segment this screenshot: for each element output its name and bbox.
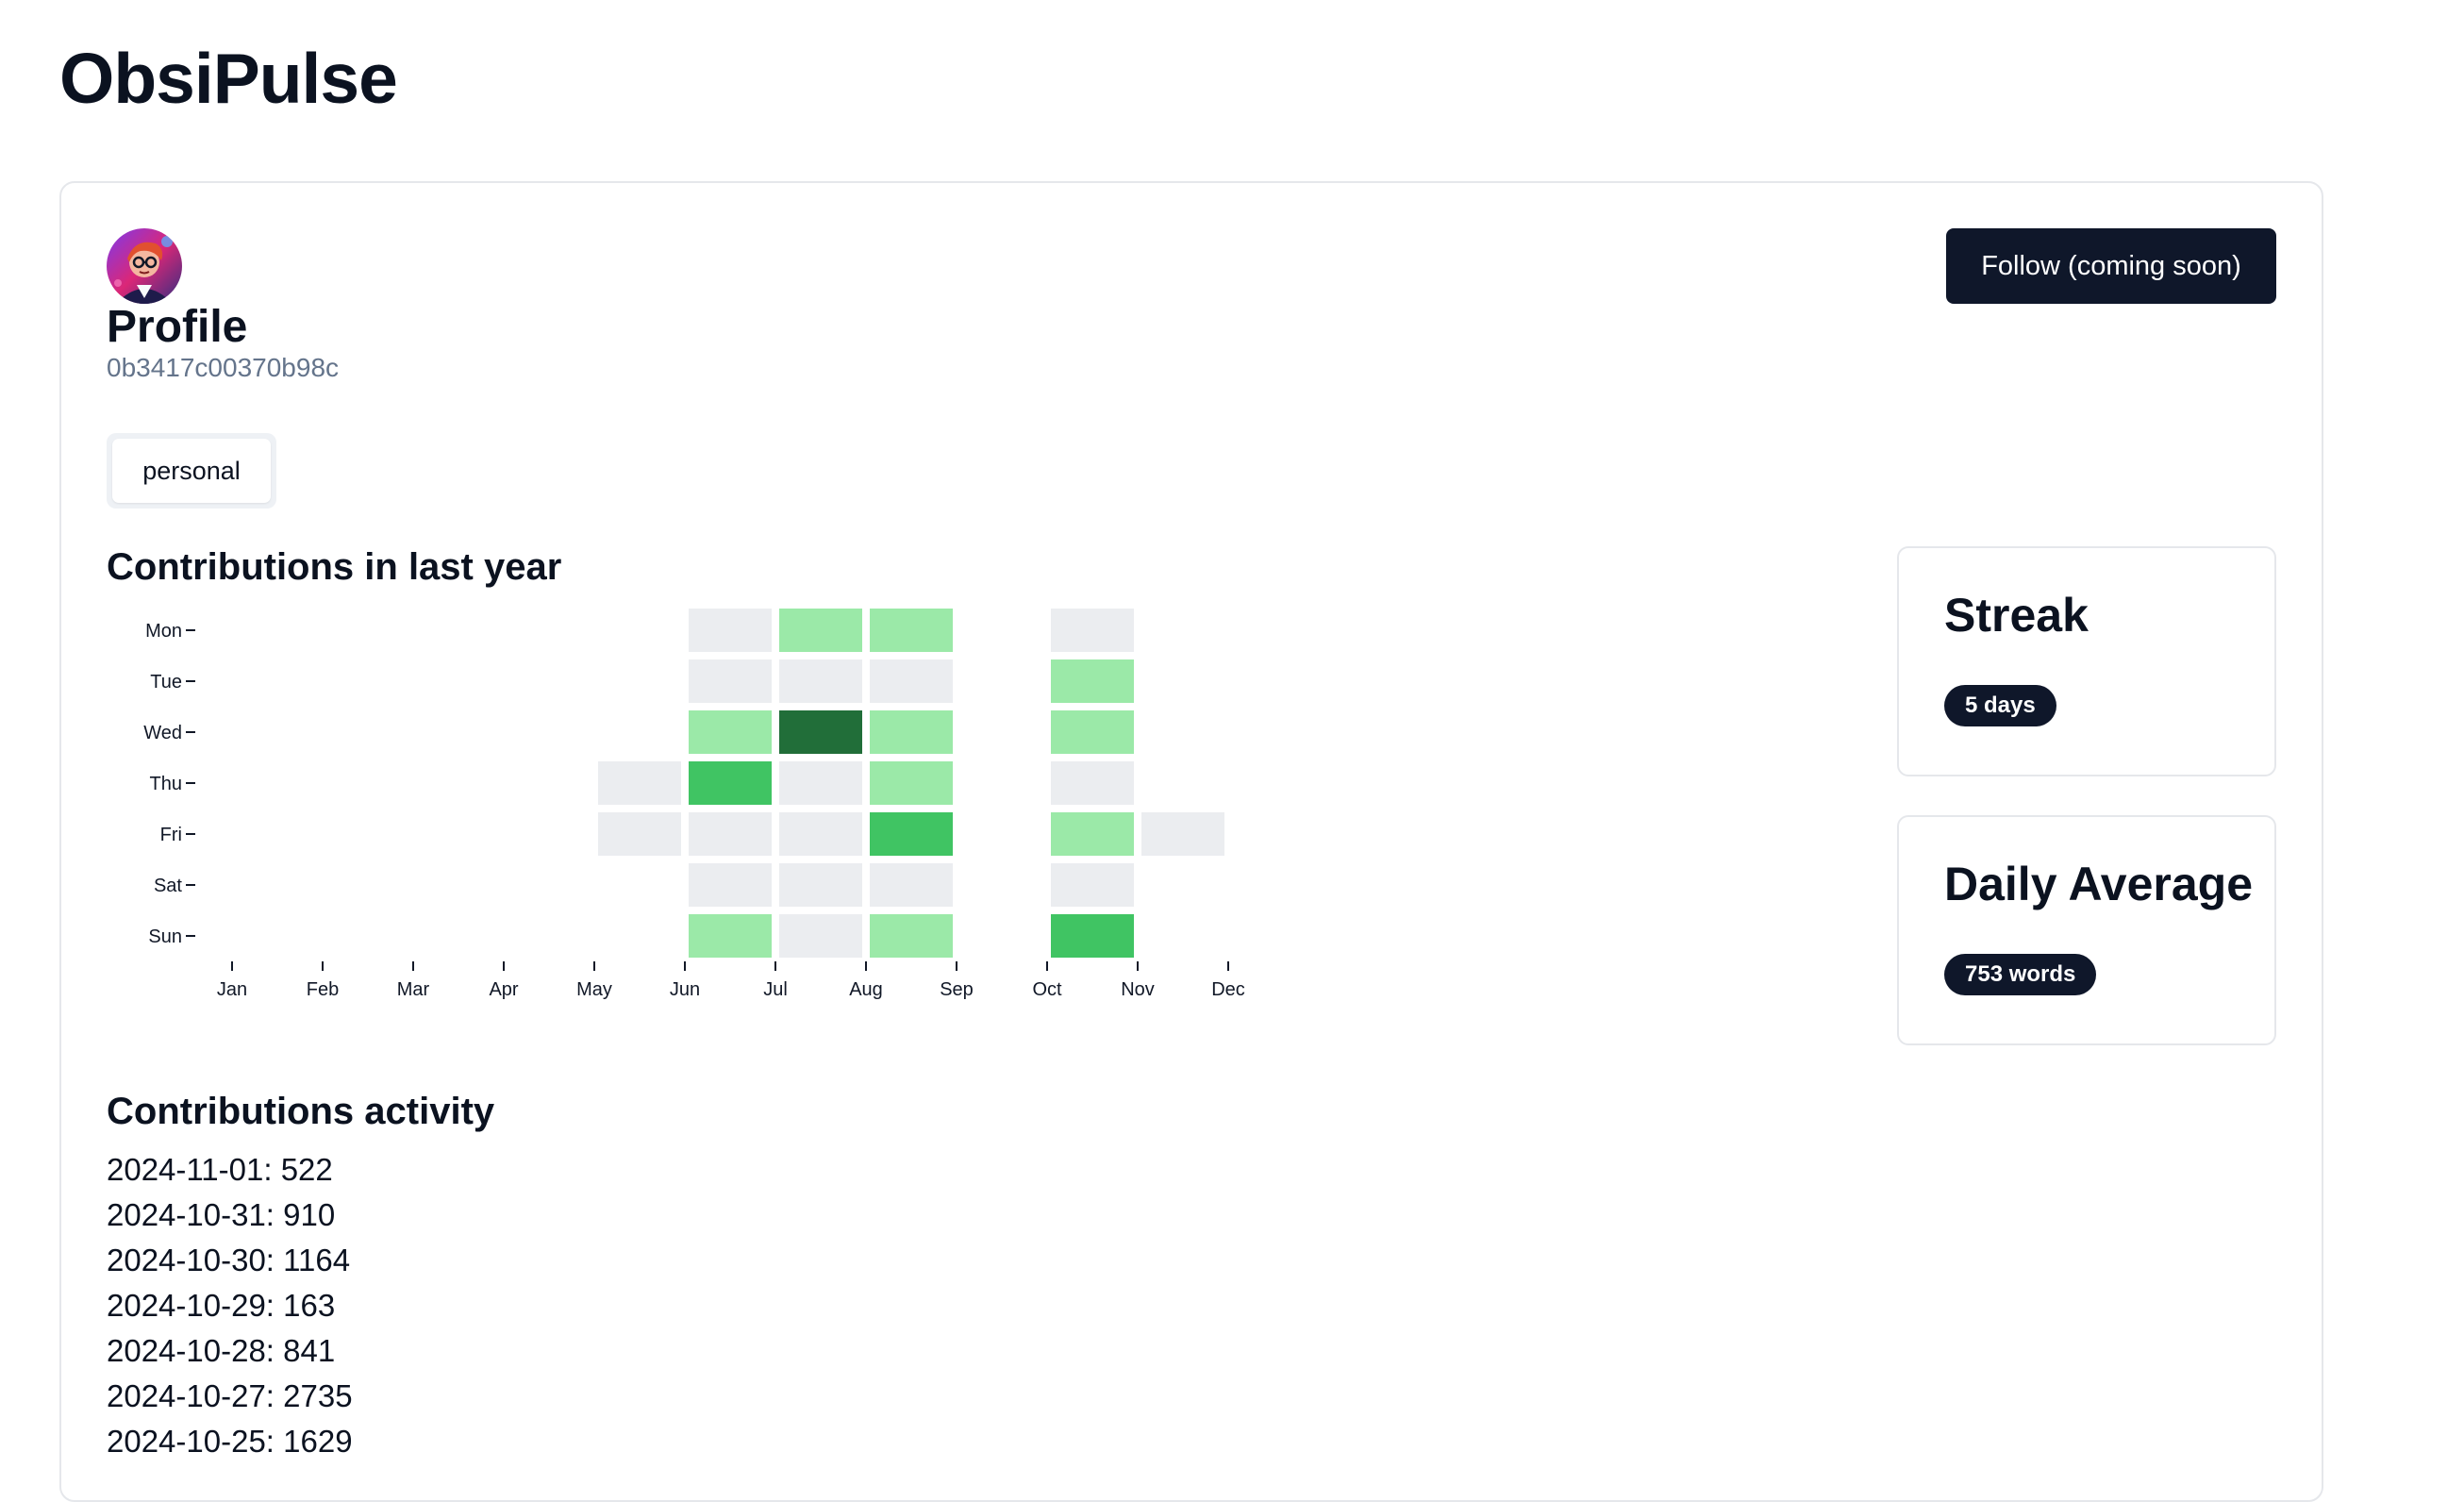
heatmap-cell[interactable]: [689, 659, 772, 703]
activity-item: 2024-10-27: 2735: [107, 1378, 353, 1413]
heatmap-cell[interactable]: [779, 863, 862, 907]
column-label: Jul: [763, 979, 788, 1000]
activity-title: Contributions activity: [107, 1091, 495, 1132]
column-label: Feb: [307, 979, 339, 1000]
contributions-heatmap: Mon Tue Wed Thu Fri Sat Sun Jan Feb Mar Apr May Jun J…: [143, 609, 1245, 1000]
profile-card: Profile 0b3417c00370b98c Follow (coming …: [59, 181, 2323, 1502]
row-label: Fri: [160, 825, 182, 845]
profile-name: Profile: [107, 302, 248, 352]
contributions-title: Contributions in last year: [107, 546, 562, 588]
activity-item: 2024-10-28: 841: [107, 1333, 336, 1368]
heatmap-cell[interactable]: [1051, 863, 1134, 907]
heatmap-cell[interactable]: [870, 609, 953, 652]
column-label: May: [576, 979, 612, 1000]
heatmap-cell[interactable]: [689, 710, 772, 754]
heatmap-cell[interactable]: [870, 761, 953, 805]
heatmap-cell[interactable]: [689, 914, 772, 958]
column-label: Jun: [670, 979, 700, 1000]
app-title: ObsiPulse: [59, 39, 398, 118]
column-label: Oct: [1032, 979, 1062, 1000]
daily-average-badge: 753 words: [1944, 954, 2097, 995]
daily-average-title: Daily Average: [1944, 858, 2254, 910]
heatmap-cell[interactable]: [689, 761, 772, 805]
row-label: Sun: [148, 926, 182, 947]
heatmap-cell[interactable]: [779, 761, 862, 805]
heatmap-cell[interactable]: [689, 812, 772, 856]
heatmap-cell[interactable]: [1051, 914, 1134, 958]
heatmap-cell[interactable]: [1051, 710, 1134, 754]
row-label: Tue: [150, 672, 182, 693]
heatmap-cell[interactable]: [870, 914, 953, 958]
activity-list: 2024-11-01: 522 2024-10-31: 910 2024-10-30…: [107, 1147, 353, 1464]
activity-item: 2024-10-29: 163: [107, 1288, 336, 1323]
heatmap-cell[interactable]: [1051, 812, 1134, 856]
column-label: Sep: [940, 979, 974, 1000]
heatmap-cell[interactable]: [870, 659, 953, 703]
profile-id: 0b3417c00370b98c: [107, 353, 340, 382]
activity-item: 2024-10-25: 1629: [107, 1424, 353, 1459]
row-label: Mon: [145, 621, 182, 642]
tag-personal[interactable]: personal: [112, 439, 271, 503]
heatmap-cell[interactable]: [1051, 659, 1134, 703]
heatmap-cell[interactable]: [870, 710, 953, 754]
heatmap-cell[interactable]: [1141, 812, 1224, 856]
column-label: Apr: [489, 979, 518, 1000]
heatmap-cell[interactable]: [1051, 609, 1134, 652]
heatmap-cell[interactable]: [689, 863, 772, 907]
streak-title: Streak: [1944, 589, 2089, 642]
heatmap-cell[interactable]: [779, 812, 862, 856]
column-label: Jan: [217, 979, 247, 1000]
row-label: Sat: [154, 876, 182, 896]
activity-item: 2024-11-01: 522: [107, 1152, 333, 1187]
daily-average-card: Daily Average 753 words: [1897, 815, 2276, 1045]
activity-item: 2024-10-30: 1164: [107, 1243, 351, 1277]
avatar: [107, 228, 182, 304]
heatmap-cell[interactable]: [779, 710, 862, 754]
streak-badge: 5 days: [1944, 685, 2056, 726]
heatmap-cell[interactable]: [870, 812, 953, 856]
column-label: Mar: [397, 979, 430, 1000]
tag-list: personal: [107, 433, 276, 509]
heatmap-cell[interactable]: [598, 761, 681, 805]
column-label: Aug: [849, 979, 883, 1000]
heatmap-cell[interactable]: [779, 914, 862, 958]
follow-button[interactable]: Follow (coming soon): [1946, 228, 2276, 304]
heatmap-cell[interactable]: [689, 609, 772, 652]
activity-item: 2024-10-31: 910: [107, 1197, 336, 1232]
avatar-image: [107, 228, 182, 304]
heatmap-cell[interactable]: [779, 609, 862, 652]
streak-card: Streak 5 days: [1897, 546, 2276, 776]
column-label: Dec: [1211, 979, 1245, 1000]
column-label: Nov: [1121, 979, 1155, 1000]
heatmap-cell[interactable]: [870, 863, 953, 907]
row-label: Wed: [143, 723, 182, 743]
row-label: Thu: [150, 774, 182, 794]
heatmap-cell[interactable]: [598, 812, 681, 856]
heatmap-cell[interactable]: [1051, 761, 1134, 805]
heatmap-cell[interactable]: [779, 659, 862, 703]
